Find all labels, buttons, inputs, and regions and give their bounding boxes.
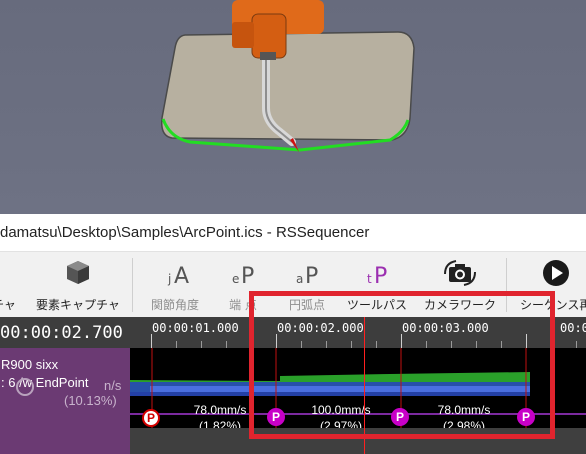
svg-text:a: a (296, 272, 303, 286)
end-point-marker[interactable]: P (142, 409, 160, 427)
work-plate (160, 31, 415, 141)
robot-joint (232, 22, 254, 48)
toolbar-separator (132, 258, 133, 312)
joint-angle-label: 関節角度 (150, 298, 199, 312)
tick-minor (176, 341, 177, 348)
tick-minor (201, 341, 202, 348)
play-sequence-icon (543, 260, 569, 286)
svg-text:P: P (241, 264, 254, 288)
track-speed-partial: n/s (104, 378, 122, 393)
svg-text:j: j (167, 272, 171, 286)
robot-wrist (251, 13, 287, 59)
3d-viewport[interactable] (0, 0, 586, 214)
tick-major (151, 334, 152, 348)
element-capture-label: 要素キャプチャ (36, 298, 120, 312)
camera-work-icon (444, 260, 476, 286)
robot-scene (160, 0, 415, 152)
capture-button[interactable]: チャ (0, 252, 20, 317)
track-subtitle: : 6 /w EndPoint (1, 375, 89, 390)
capture-label: チャ (0, 298, 16, 312)
element-capture-button[interactable]: 要素キャプチャ (32, 252, 124, 317)
joint-angle-button[interactable]: j A 関節角度 (142, 252, 208, 317)
element-capture-cube-icon (67, 261, 89, 284)
highlight-box (249, 291, 555, 439)
svg-text:P: P (374, 264, 387, 288)
tick-minor (226, 341, 227, 348)
svg-text:P: P (305, 264, 318, 288)
track-header[interactable]: R900 sixx : 6 /w EndPoint n/s (10.13%) (0, 348, 130, 428)
svg-text:A: A (174, 264, 189, 288)
window-title: damatsu\Desktop\Samples\ArcPoint.ics - R… (0, 214, 586, 251)
tool-path-tP-icon: t P (367, 264, 387, 288)
current-time: 00:00:02.700 (0, 323, 123, 343)
arc-point-aP-icon: a P (296, 264, 318, 288)
tick-label: 00:0 (560, 321, 586, 335)
tick-minor (576, 341, 577, 348)
joint-angle-jA-icon: j A (167, 264, 189, 288)
end-point-eP-icon: e P (232, 264, 254, 288)
segment-speed: 78.0mm/s (193, 403, 247, 417)
track-percent-partial: (10.13%) (64, 393, 117, 408)
track-header-lower (0, 428, 130, 454)
svg-text:t: t (367, 272, 372, 286)
track-name: R900 sixx (1, 357, 59, 372)
track-header-point-icon (16, 378, 34, 396)
robot-flange (260, 52, 276, 60)
tick-label: 00:00:01.000 (152, 321, 239, 335)
svg-text:e: e (232, 272, 239, 286)
